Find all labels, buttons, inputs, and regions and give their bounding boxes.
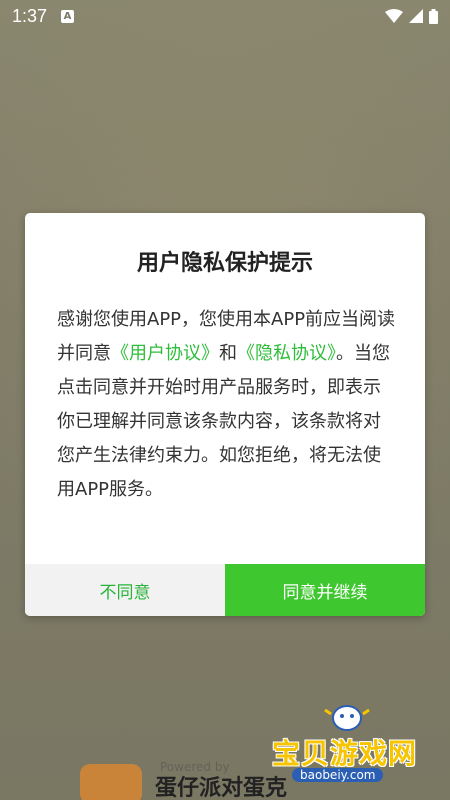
body-text-2: 。当您点击同意并开始时用产品服务时，即表示你已理解并同意该条款内容，该条款将对您… bbox=[57, 343, 390, 500]
status-bar: 1:37 A bbox=[0, 0, 450, 32]
agree-continue-button[interactable]: 同意并继续 bbox=[225, 564, 425, 616]
status-time: 1:37 bbox=[12, 5, 48, 26]
watermark-text: 宝贝游戏网 bbox=[272, 737, 418, 770]
app-name: 蛋仔派对蛋克 bbox=[155, 776, 288, 800]
privacy-dialog: 用户隐私保护提示 感谢您使用APP，您使用本APP前应当阅读并同意《用户协议》和… bbox=[25, 213, 425, 616]
dialog-body: 感谢您使用APP，您使用本APP前应当阅读并同意《用户协议》和《隐私协议》。当您… bbox=[57, 303, 397, 507]
disagree-button[interactable]: 不同意 bbox=[25, 564, 225, 616]
battery-icon bbox=[429, 8, 438, 24]
wifi-icon bbox=[385, 9, 403, 23]
body-text-and: 和 bbox=[219, 343, 237, 364]
dialog-title: 用户隐私保护提示 bbox=[136, 251, 313, 276]
notification-icon: A bbox=[61, 9, 75, 23]
privacy-policy-link[interactable]: 《隐私协议》 bbox=[237, 343, 336, 364]
signal-icon bbox=[409, 9, 423, 23]
watermark: 宝贝游戏网 baobeiy.com bbox=[272, 700, 432, 795]
user-agreement-link[interactable]: 《用户协议》 bbox=[111, 343, 219, 364]
dialog-button-row: 不同意 同意并继续 bbox=[25, 564, 425, 616]
app-icon bbox=[80, 764, 142, 800]
watermark-url: baobeiy.com bbox=[292, 768, 384, 782]
gamepad-mascot-icon bbox=[324, 705, 370, 731]
